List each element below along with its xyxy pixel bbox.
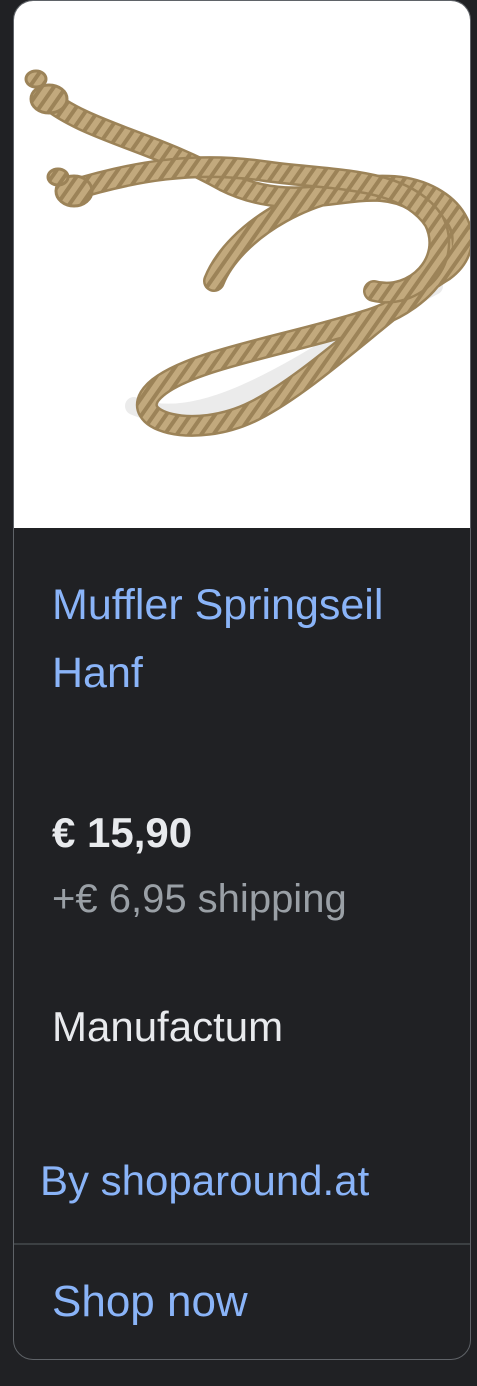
shop-now-button[interactable]: Shop now [52, 1277, 248, 1327]
product-price: € 15,90 [52, 809, 193, 856]
rope-image [24, 69, 470, 437]
shipping-cost: +€ 6,95 shipping [52, 877, 347, 921]
product-card[interactable]: Muffler Springseil Hanf € 15,90 +€ 6,95 … [13, 0, 471, 1360]
product-title[interactable]: Muffler Springseil Hanf [52, 571, 447, 707]
merchant-name: Manufactum [52, 1003, 284, 1050]
product-image[interactable] [14, 1, 470, 528]
divider [14, 1243, 470, 1245]
seller-link[interactable]: By shoparound.at [40, 1157, 369, 1205]
